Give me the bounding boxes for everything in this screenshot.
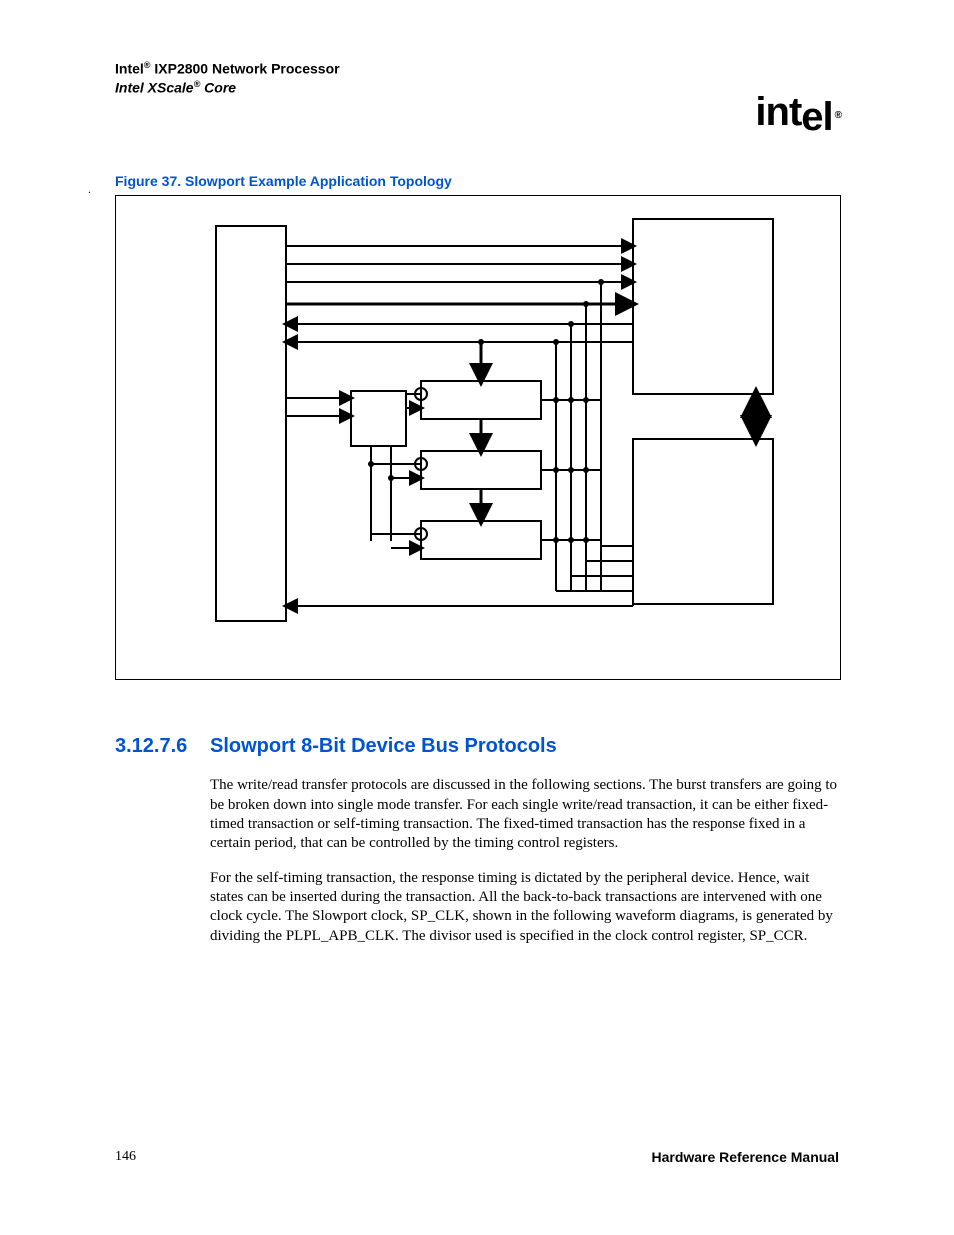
page-footer: 146 Hardware Reference Manual xyxy=(115,1149,839,1165)
section-title: Slowport 8-Bit Device Bus Protocols xyxy=(210,735,557,758)
header-sub-suffix: Core xyxy=(200,79,236,95)
footer-title: Hardware Reference Manual xyxy=(651,1149,839,1165)
document-page: Intel® IXP2800 Network Processor Intel X… xyxy=(0,0,954,1235)
figure-caption: Figure 37. Slowport Example Application … xyxy=(115,173,839,189)
list-dot: . xyxy=(88,182,91,197)
topology-diagram xyxy=(116,196,840,679)
header-brand: Intel xyxy=(115,61,144,77)
section-heading: 3.12.7.6 Slowport 8-Bit Device Bus Proto… xyxy=(115,735,839,758)
logo-part2: el xyxy=(801,95,832,139)
section-number: 3.12.7.6 xyxy=(115,735,210,758)
header-sub-prefix: Intel XScale xyxy=(115,79,194,95)
logo-part1: int xyxy=(755,90,801,134)
paragraph-2: For the self-timing transaction, the res… xyxy=(210,869,839,946)
header-product-name: IXP2800 Network Processor xyxy=(150,61,339,77)
page-number: 146 xyxy=(115,1149,136,1165)
header-subtitle: Intel XScale® Core xyxy=(115,79,839,96)
paragraph-1: The write/read transfer protocols are di… xyxy=(210,776,839,853)
figure-frame xyxy=(115,195,841,680)
logo-reg: ® xyxy=(835,110,841,121)
intel-logo: intel® xyxy=(755,90,839,135)
header-product: Intel® IXP2800 Network Processor xyxy=(115,60,839,77)
